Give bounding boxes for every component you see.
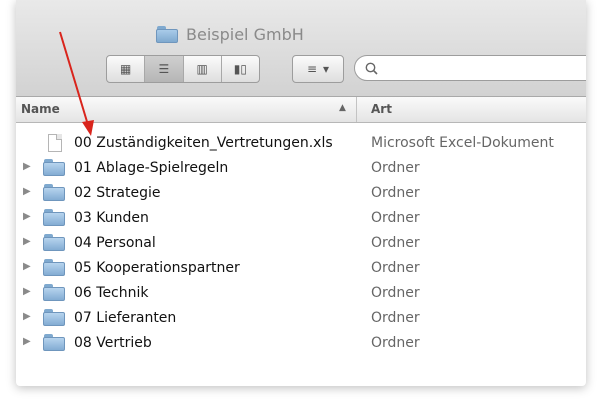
folder-name: 05 Kooperationspartner [74,260,240,276]
folder-row[interactable]: ▶ 06 Technik Ordner [16,281,586,306]
document-icon [43,134,62,152]
disclosure-triangle-icon[interactable]: ▶ [23,186,31,197]
search-input[interactable] [382,60,586,76]
disclosure-triangle-icon[interactable]: ▶ [23,161,31,172]
folder-icon [43,209,65,226]
file-kind: Ordner [371,160,420,176]
folder-row[interactable]: ▶ 03 Kunden Ordner [16,206,586,231]
folder-row[interactable]: ▶ 01 Ablage-Spielregeln Ordner [16,156,586,181]
folder-row[interactable]: ▶ 08 Vertrieb Ordner [16,331,586,356]
disclosure-triangle-icon[interactable]: ▶ [23,286,31,297]
disclosure-triangle-icon[interactable]: ▶ [23,211,31,222]
folder-name: 01 Ablage-Spielregeln [74,160,229,176]
window-title: Beispiel GmbH [156,22,304,46]
file-kind: Ordner [371,335,420,351]
column-view-icon: ▥ [196,62,208,76]
folder-icon [43,334,65,351]
disclosure-triangle-icon[interactable]: ▶ [23,261,31,272]
file-name: 00 Zuständigkeiten_Vertretungen.xls [74,135,333,151]
list-view-icon: ☰ [158,62,170,76]
folder-row[interactable]: ▶ 07 Lieferanten Ordner [16,306,586,331]
disclosure-triangle-icon[interactable]: ▶ [23,336,31,347]
finder-window: Beispiel GmbH ▦ ☰ ▥ ▮▯ ≡ ▾ Name ▲ Art 00… [16,0,586,386]
view-mode-segmented-control: ▦ ☰ ▥ ▮▯ [106,55,260,83]
file-kind: Ordner [371,185,420,201]
folder-name: 06 Technik [74,285,149,301]
file-kind: Ordner [371,310,420,326]
file-row[interactable]: 00 Zuständigkeiten_Vertretungen.xls Micr… [16,131,586,156]
coverflow-view-button[interactable]: ▮▯ [222,56,259,82]
folder-row[interactable]: ▶ 05 Kooperationspartner Ordner [16,256,586,281]
folder-name: 08 Vertrieb [74,335,152,351]
column-divider[interactable] [356,97,357,122]
file-kind: Ordner [371,285,420,301]
folder-name: 07 Lieferanten [74,310,177,326]
folder-icon [43,159,65,176]
folder-icon [43,309,65,326]
sort-ascending-icon: ▲ [339,103,346,113]
column-view-button[interactable]: ▥ [184,56,222,82]
folder-row[interactable]: ▶ 04 Personal Ordner [16,231,586,256]
disclosure-triangle-icon[interactable]: ▶ [23,311,31,322]
folder-name: 02 Strategie [74,185,161,201]
folder-icon [43,184,65,201]
folder-row[interactable]: ▶ 02 Strategie Ordner [16,181,586,206]
folder-name: 03 Kunden [74,210,149,226]
coverflow-view-icon: ▮▯ [233,62,247,76]
disclosure-triangle-icon[interactable]: ▶ [23,236,31,247]
file-kind: Microsoft Excel-Dokument [371,135,554,151]
file-kind: Ordner [371,210,420,226]
magnifier-icon [365,62,378,75]
column-header-name[interactable]: Name [21,102,60,116]
folder-name: 04 Personal [74,235,156,251]
arrange-button[interactable]: ≡ ▾ [292,55,344,83]
file-kind: Ordner [371,235,420,251]
folder-icon [43,234,65,251]
toolbar: Beispiel GmbH ▦ ☰ ▥ ▮▯ ≡ ▾ [16,0,586,97]
icon-view-button[interactable]: ▦ [107,56,146,82]
folder-icon [156,25,178,43]
file-list: 00 Zuständigkeiten_Vertretungen.xls Micr… [16,131,586,356]
column-header-kind[interactable]: Art [371,102,392,116]
window-title-text: Beispiel GmbH [186,24,304,44]
arrange-icon: ≡ [306,62,318,76]
list-view-button[interactable]: ☰ [145,56,184,82]
icon-view-icon: ▦ [119,62,132,76]
chevron-down-icon: ▾ [323,62,330,76]
column-header: Name ▲ Art [16,97,586,123]
folder-icon [43,259,65,276]
file-kind: Ordner [371,260,420,276]
search-field[interactable] [354,55,586,81]
folder-icon [43,284,65,301]
